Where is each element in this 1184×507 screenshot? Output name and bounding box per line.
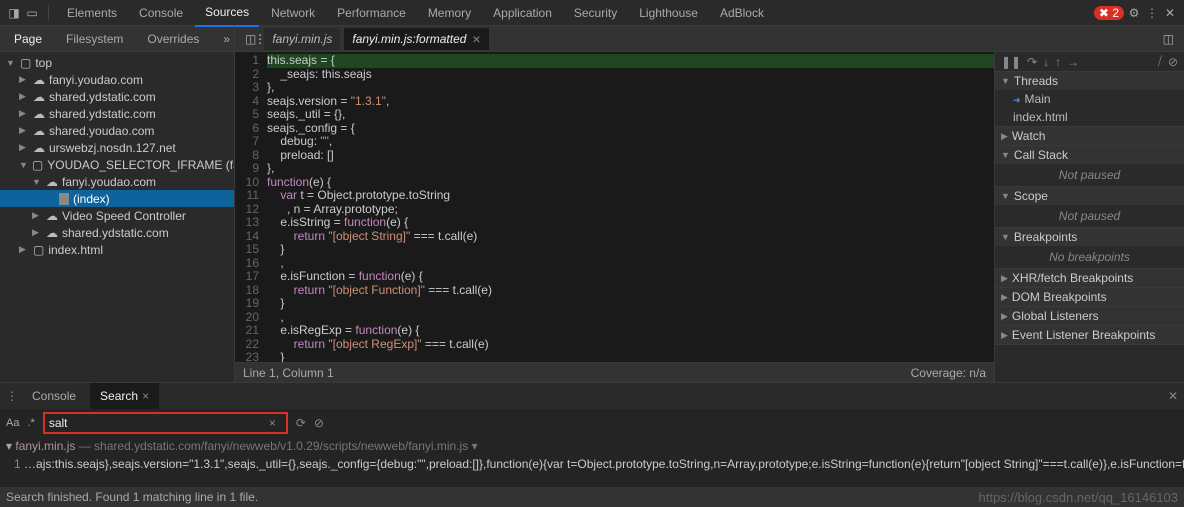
step-icon[interactable]: → bbox=[1067, 55, 1079, 69]
sources-subbar: Page Filesystem Overrides » ⋮ ◫ fanyi.mi… bbox=[0, 26, 1184, 52]
search-status: Search finished. Found 1 matching line i… bbox=[6, 490, 258, 504]
thread-item[interactable]: index.html bbox=[995, 108, 1184, 126]
global-listeners-header[interactable]: ▶Global Listeners bbox=[995, 307, 1184, 325]
tree-domain[interactable]: ▶☁shared.ydstatic.com bbox=[0, 224, 234, 241]
search-result-file[interactable]: ▾ fanyi.min.js — shared.ydstatic.com/fan… bbox=[0, 437, 1184, 455]
inspect-icon[interactable]: ◨ bbox=[6, 6, 22, 20]
debugger-sidebar: ❚❚ ↷ ↓ ↑ → ⧸ ⊘ ▼Threads Main index.html … bbox=[994, 52, 1184, 382]
filesystem-panel-tab[interactable]: Filesystem bbox=[58, 26, 131, 52]
callstack-header[interactable]: ▼Call Stack bbox=[995, 146, 1184, 164]
pause-icon[interactable]: ❚❚ bbox=[1001, 55, 1021, 69]
close-drawer-icon[interactable]: ✕ bbox=[1168, 389, 1178, 403]
tree-domain[interactable]: ▶☁Video Speed Controller bbox=[0, 207, 234, 224]
drawer: ⋮ Console Search× ✕ Aa .* × ⟳ ⊘ ▾ fanyi.… bbox=[0, 382, 1184, 507]
tree-file-index[interactable]: (index) bbox=[0, 190, 234, 207]
error-badge[interactable]: ✖ 2 bbox=[1094, 6, 1124, 20]
tab-network[interactable]: Network bbox=[261, 0, 325, 26]
search-input[interactable] bbox=[49, 416, 269, 430]
file-tab-formatted[interactable]: fanyi.min.js:formatted× bbox=[344, 28, 488, 50]
breakpoints-header[interactable]: ▼Breakpoints bbox=[995, 228, 1184, 246]
file-navigator: ▼▢top ▶☁fanyi.youdao.com ▶☁shared.ydstat… bbox=[0, 52, 235, 382]
tree-domain[interactable]: ▶☁shared.youdao.com bbox=[0, 122, 234, 139]
file-tab-original[interactable]: fanyi.min.js bbox=[264, 28, 340, 50]
search-result-line[interactable]: 1 …ajs:this.seajs},seajs.version="1.3.1"… bbox=[0, 455, 1184, 473]
more-icon[interactable]: ⋮ bbox=[1144, 6, 1160, 20]
close-devtools-icon[interactable]: ✕ bbox=[1162, 6, 1178, 20]
cursor-position: Line 1, Column 1 bbox=[243, 366, 334, 380]
tree-domain[interactable]: ▶☁urswebzj.nosdn.127.net bbox=[0, 139, 234, 156]
toggle-debug-icon[interactable]: ◫ bbox=[1159, 32, 1178, 46]
dom-bp-header[interactable]: ▶DOM Breakpoints bbox=[995, 288, 1184, 306]
tab-memory[interactable]: Memory bbox=[418, 0, 481, 26]
step-out-icon[interactable]: ↑ bbox=[1055, 55, 1061, 69]
close-tab-icon[interactable]: × bbox=[472, 32, 480, 46]
settings-icon[interactable]: ⚙ bbox=[1126, 6, 1142, 20]
match-case-toggle[interactable]: Aa bbox=[6, 417, 19, 429]
deactivate-bp-icon[interactable]: ⧸ bbox=[1158, 54, 1162, 69]
device-icon[interactable]: ▭ bbox=[24, 6, 40, 20]
drawer-more-icon[interactable]: ⋮ bbox=[6, 389, 18, 403]
close-drawer-tab-icon[interactable]: × bbox=[142, 389, 149, 403]
code-editor[interactable]: 123456789101112131415161718192021222324 … bbox=[235, 52, 994, 382]
step-over-icon[interactable]: ↷ bbox=[1027, 55, 1037, 69]
tree-domain[interactable]: ▼☁fanyi.youdao.com bbox=[0, 173, 234, 190]
tree-top[interactable]: ▼▢top bbox=[0, 54, 234, 71]
search-input-box: × bbox=[43, 412, 288, 434]
clear-search-icon[interactable]: × bbox=[269, 416, 276, 430]
coverage-status: Coverage: n/a bbox=[911, 366, 986, 380]
tab-sources[interactable]: Sources bbox=[195, 0, 259, 27]
tree-file[interactable]: ▶▢index.html bbox=[0, 241, 234, 258]
pause-exception-icon[interactable]: ⊘ bbox=[1168, 55, 1178, 69]
event-bp-header[interactable]: ▶Event Listener Breakpoints bbox=[995, 326, 1184, 344]
code-lines[interactable]: this.seajs = { _seajs: this.seajs }, sea… bbox=[267, 52, 994, 362]
tab-performance[interactable]: Performance bbox=[327, 0, 416, 26]
toggle-nav-icon[interactable]: ◫ bbox=[241, 32, 260, 46]
tab-adblock[interactable]: AdBlock bbox=[710, 0, 774, 26]
step-into-icon[interactable]: ↓ bbox=[1043, 55, 1049, 69]
tab-application[interactable]: Application bbox=[483, 0, 562, 26]
drawer-tab-search[interactable]: Search× bbox=[90, 383, 159, 409]
thread-main[interactable]: Main bbox=[995, 90, 1184, 108]
tab-security[interactable]: Security bbox=[564, 0, 627, 26]
drawer-tab-console[interactable]: Console bbox=[22, 383, 86, 409]
tab-lighthouse[interactable]: Lighthouse bbox=[629, 0, 708, 26]
overrides-panel-tab[interactable]: Overrides bbox=[139, 26, 207, 52]
tree-domain[interactable]: ▶☁fanyi.youdao.com bbox=[0, 71, 234, 88]
main-tabbar: ◨ ▭ Elements Console Sources Network Per… bbox=[0, 0, 1184, 26]
clear-results-icon[interactable]: ⊘ bbox=[314, 416, 324, 430]
tab-console[interactable]: Console bbox=[129, 0, 193, 26]
tree-domain[interactable]: ▶☁shared.ydstatic.com bbox=[0, 105, 234, 122]
watermark: https://blog.csdn.net/qq_16146103 bbox=[979, 490, 1179, 505]
page-panel-tab[interactable]: Page bbox=[6, 26, 50, 52]
regex-toggle[interactable]: .* bbox=[27, 417, 34, 429]
line-gutter: 123456789101112131415161718192021222324 bbox=[235, 52, 267, 362]
tree-frame[interactable]: ▼▢YOUDAO_SELECTOR_IFRAME (fanyi.youdao.c bbox=[0, 156, 234, 173]
tree-domain[interactable]: ▶☁shared.ydstatic.com bbox=[0, 88, 234, 105]
scope-header[interactable]: ▼Scope bbox=[995, 187, 1184, 205]
watch-header[interactable]: ▶Watch bbox=[995, 127, 1184, 145]
refresh-icon[interactable]: ⟳ bbox=[296, 416, 306, 430]
tab-elements[interactable]: Elements bbox=[57, 0, 127, 26]
xhr-bp-header[interactable]: ▶XHR/fetch Breakpoints bbox=[995, 269, 1184, 287]
threads-header[interactable]: ▼Threads bbox=[995, 72, 1184, 90]
